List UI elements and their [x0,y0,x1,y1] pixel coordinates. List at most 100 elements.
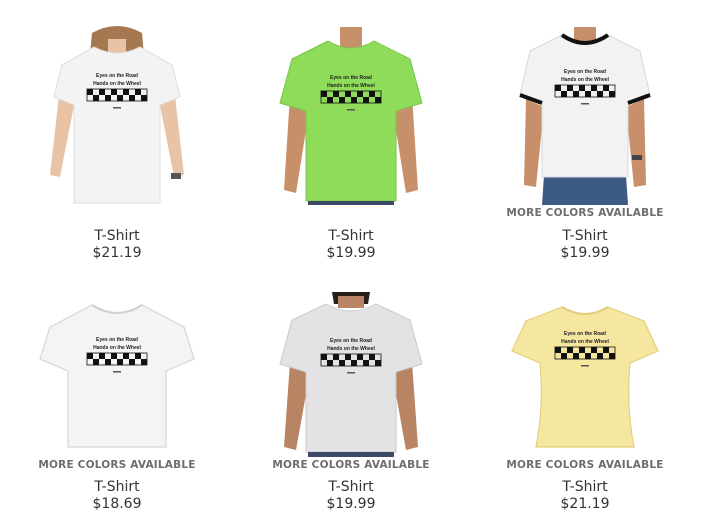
checker-square [585,353,591,359]
product-name[interactable]: T-Shirt [234,479,468,495]
checker-square [573,91,579,97]
shirt-print-small-text [347,109,355,111]
tshirt-image[interactable]: Eyes on the Road Hands on the Wheel [266,292,436,457]
shirt-print-text: Hands on the Wheel [327,346,375,352]
shirt-print-text: Eyes on the Road [564,69,606,75]
shirt-print-small-text [347,372,355,374]
checker-square [129,359,135,365]
product-image[interactable]: Eyes on the Road Hands on the Wheel [234,264,468,457]
shirt-print-small-text [113,107,121,109]
checker-square [129,95,135,101]
product-card[interactable]: Eyes on the Road Hands on the Wheel MORE … [234,264,468,528]
product-price: $19.99 [326,245,376,261]
checker-square [363,97,369,103]
more-colors-label[interactable]: MORE COLORS AVAILABLE [468,207,702,219]
shirt-print-small-text [581,103,589,105]
checker-square [603,347,609,353]
checker-square [375,360,381,366]
product-card[interactable]: Eyes on the Road Hands on the Wheel T-Shi… [234,0,468,264]
product-name[interactable]: T-Shirt [234,228,468,244]
checker-square [369,91,375,97]
checker-square [87,89,93,95]
product-card[interactable]: Eyes on the Road Hands on the Wheel MORE … [468,0,702,264]
checker-square [117,95,123,101]
shirt-print-small-text [581,365,589,367]
checker-square [135,89,141,95]
product-price: $18.69 [92,496,142,512]
checker-square [105,359,111,365]
checker-square [363,360,369,366]
checker-square [93,359,99,365]
product-card[interactable]: Eyes on the Road Hands on the Wheel T-Shi… [0,0,234,264]
product-card[interactable]: Eyes on the Road Hands on the Wheel MORE … [0,264,234,528]
checker-square [561,353,567,359]
product-image[interactable]: Eyes on the Road Hands on the Wheel [0,0,234,205]
checker-square [591,347,597,353]
product-price: $21.19 [560,496,610,512]
checker-square [561,91,567,97]
checker-square [141,359,147,365]
shirt-print-text: Eyes on the Road [96,337,138,343]
checker-square [567,347,573,353]
checker-square [351,360,357,366]
checker-square [357,91,363,97]
product-name[interactable]: T-Shirt [468,479,702,495]
product-price: $19.99 [326,496,376,512]
checker-square [117,359,123,365]
shirt-print-text: Eyes on the Road [96,73,138,79]
checker-square [339,97,345,103]
tshirt-image[interactable]: Eyes on the Road Hands on the Wheel [500,297,670,457]
checker-square [111,89,117,95]
checker-square [99,89,105,95]
tshirt-image[interactable]: Eyes on the Road Hands on the Wheel [32,25,202,205]
checker-square [591,85,597,91]
shirt-print-text: Hands on the Wheel [93,81,141,87]
checker-square [357,354,363,360]
checker-square [573,353,579,359]
product-name[interactable]: T-Shirt [0,228,234,244]
shirt-print-text: Eyes on the Road [564,331,606,337]
product-image[interactable]: Eyes on the Road Hands on the Wheel [468,0,702,205]
checker-square [369,354,375,360]
checker-square [555,85,561,91]
product-name[interactable]: T-Shirt [0,479,234,495]
checker-square [579,347,585,353]
shirt-print-text: Eyes on the Road [330,75,372,81]
more-colors-label[interactable]: MORE COLORS AVAILABLE [0,459,234,471]
checker-square [351,97,357,103]
checker-square [567,85,573,91]
checker-square [345,91,351,97]
checker-square [333,91,339,97]
checker-square [597,353,603,359]
checker-square [597,91,603,97]
checker-square [345,354,351,360]
checker-square [123,353,129,359]
tshirt-image[interactable]: Eyes on the Road Hands on the Wheel [266,25,436,205]
checker-square [141,95,147,101]
checker-square [333,354,339,360]
checker-square [93,95,99,101]
tshirt-image[interactable]: Eyes on the Road Hands on the Wheel [32,297,202,457]
checker-square [555,347,561,353]
shirt-print-text: Hands on the Wheel [327,83,375,89]
checker-square [327,360,333,366]
tshirt-image[interactable]: Eyes on the Road Hands on the Wheel [500,25,670,205]
more-colors-label[interactable]: MORE COLORS AVAILABLE [468,459,702,471]
more-colors-label[interactable]: MORE COLORS AVAILABLE [234,459,468,471]
shirt-print-text: Hands on the Wheel [561,339,609,345]
checker-square [321,91,327,97]
product-image[interactable]: Eyes on the Road Hands on the Wheel [234,0,468,205]
checker-square [105,95,111,101]
product-card[interactable]: Eyes on the Road Hands on the Wheel MORE … [468,264,702,528]
product-grid: Eyes on the Road Hands on the Wheel T-Shi… [0,0,702,528]
product-image[interactable]: Eyes on the Road Hands on the Wheel [0,264,234,457]
checker-square [87,353,93,359]
checker-square [375,97,381,103]
shirt-print-text: Hands on the Wheel [93,345,141,351]
shirt-print-small-text [113,371,121,373]
shirt-print-text: Eyes on the Road [330,338,372,344]
checker-square [609,353,615,359]
product-image[interactable]: Eyes on the Road Hands on the Wheel [468,264,702,457]
product-price: $19.99 [560,245,610,261]
product-name[interactable]: T-Shirt [468,228,702,244]
